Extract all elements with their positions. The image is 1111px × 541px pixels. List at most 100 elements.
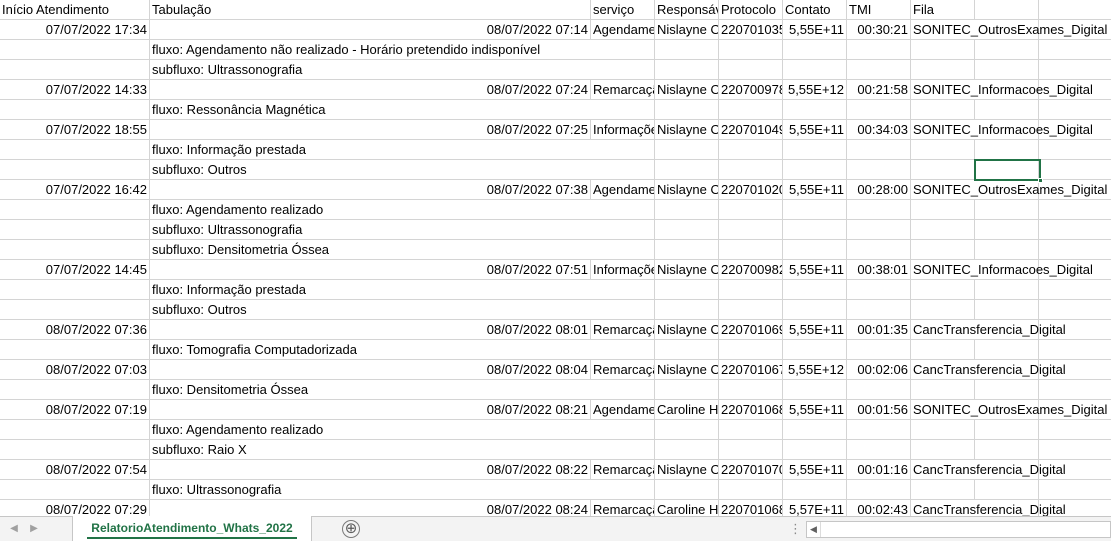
empty-cell[interactable] <box>783 200 847 220</box>
table-cell[interactable]: SONITEC_Informacoes_Digital <box>911 80 1111 100</box>
table-cell[interactable]: SONITEC_OutrosExames_Digital <box>911 20 1111 40</box>
empty-cell[interactable] <box>911 60 975 80</box>
empty-cell[interactable] <box>1039 380 1111 400</box>
table-cell[interactable]: 00:34:03 <box>847 120 911 140</box>
table-cell[interactable]: SONITEC_Informacoes_Digital <box>911 120 1111 140</box>
table-cell[interactable]: 07/07/2022 14:45 <box>0 260 150 280</box>
spreadsheet-grid[interactable]: Início Atendimento Tabulação serviço Res… <box>0 0 1111 516</box>
empty-cell[interactable] <box>847 340 911 360</box>
header-inicio-atendimento[interactable]: Início Atendimento <box>0 0 150 20</box>
empty-cell[interactable] <box>0 440 150 460</box>
empty-cell[interactable] <box>975 420 1039 440</box>
empty-cell[interactable] <box>655 200 719 220</box>
empty-cell[interactable] <box>847 60 911 80</box>
empty-cell[interactable] <box>719 240 783 260</box>
table-cell[interactable]: SONITEC_Informacoes_Digital <box>911 260 1111 280</box>
empty-cell[interactable] <box>719 300 783 320</box>
empty-cell[interactable] <box>847 280 911 300</box>
empty-cell[interactable] <box>655 420 719 440</box>
empty-cell[interactable] <box>783 60 847 80</box>
table-cell[interactable]: Nislayne O <box>655 320 719 340</box>
empty-cell[interactable] <box>591 60 655 80</box>
table-cell[interactable]: CancTransferencia_Digital <box>911 460 1111 480</box>
empty-cell[interactable] <box>1039 420 1111 440</box>
empty-cell[interactable] <box>783 140 847 160</box>
table-cell[interactable]: 2207010691 <box>719 320 783 340</box>
table-cell[interactable]: Informações <box>591 260 655 280</box>
empty-cell[interactable] <box>783 160 847 180</box>
table-cell[interactable]: 07/07/2022 16:42 <box>0 180 150 200</box>
cell-fluxo-text[interactable]: subfluxo: Outros <box>150 160 591 180</box>
empty-cell[interactable] <box>847 100 911 120</box>
empty-cell[interactable] <box>975 280 1039 300</box>
empty-cell[interactable] <box>655 100 719 120</box>
empty-cell[interactable] <box>911 300 975 320</box>
table-cell[interactable]: 00:38:01 <box>847 260 911 280</box>
empty-cell[interactable] <box>975 380 1039 400</box>
cell-tabulacao-date[interactable]: 08/07/2022 07:38 <box>150 180 591 200</box>
empty-cell[interactable] <box>591 340 655 360</box>
empty-cell[interactable] <box>591 40 655 60</box>
empty-cell[interactable] <box>783 340 847 360</box>
table-cell[interactable]: Remarcação <box>591 320 655 340</box>
empty-cell[interactable] <box>1039 40 1111 60</box>
empty-cell[interactable] <box>783 480 847 500</box>
table-cell[interactable]: 00:28:00 <box>847 180 911 200</box>
empty-cell[interactable] <box>783 40 847 60</box>
table-cell[interactable]: Informações <box>591 120 655 140</box>
empty-cell[interactable] <box>783 300 847 320</box>
empty-cell[interactable] <box>847 200 911 220</box>
empty-cell[interactable] <box>1039 480 1111 500</box>
empty-cell[interactable] <box>0 240 150 260</box>
empty-cell[interactable] <box>847 480 911 500</box>
table-cell[interactable]: 5,55E+11 <box>783 400 847 420</box>
cell-tabulacao-date[interactable]: 08/07/2022 08:04 <box>150 360 591 380</box>
table-cell[interactable]: Remarcação <box>591 80 655 100</box>
add-sheet-icon[interactable]: ⊕ <box>342 520 360 538</box>
table-cell[interactable]: 5,55E+11 <box>783 180 847 200</box>
empty-cell[interactable] <box>911 480 975 500</box>
empty-cell[interactable] <box>847 160 911 180</box>
empty-cell[interactable] <box>719 380 783 400</box>
table-cell[interactable]: 00:02:43 <box>847 500 911 516</box>
table-cell[interactable]: 2207010201 <box>719 180 783 200</box>
empty-cell[interactable] <box>655 380 719 400</box>
table-cell[interactable]: SONITEC_OutrosExames_Digital <box>911 180 1111 200</box>
empty-cell[interactable] <box>783 220 847 240</box>
table-cell[interactable]: 5,55E+11 <box>783 260 847 280</box>
table-cell[interactable]: 08/07/2022 07:19 <box>0 400 150 420</box>
table-cell[interactable]: 2207010681 <box>719 400 783 420</box>
empty-cell[interactable] <box>655 340 719 360</box>
table-cell[interactable]: 2207010681 <box>719 500 783 516</box>
table-cell[interactable]: 08/07/2022 07:36 <box>0 320 150 340</box>
empty-cell[interactable] <box>1039 300 1111 320</box>
empty-cell[interactable] <box>0 300 150 320</box>
empty-cell[interactable] <box>911 280 975 300</box>
empty-cell[interactable] <box>847 240 911 260</box>
table-cell[interactable]: 2207010701 <box>719 460 783 480</box>
empty-cell[interactable] <box>1039 340 1111 360</box>
table-cell[interactable]: 08/07/2022 07:03 <box>0 360 150 380</box>
empty-cell[interactable] <box>591 140 655 160</box>
table-cell[interactable]: 00:21:58 <box>847 80 911 100</box>
empty-cell[interactable] <box>719 340 783 360</box>
empty-cell[interactable] <box>0 200 150 220</box>
table-cell[interactable]: SONITEC_OutrosExames_Digital <box>911 400 1111 420</box>
empty-cell[interactable] <box>591 160 655 180</box>
cell-tabulacao-date[interactable]: 08/07/2022 08:22 <box>150 460 591 480</box>
cell-tabulacao-date[interactable]: 08/07/2022 07:25 <box>150 120 591 140</box>
empty-cell[interactable] <box>911 340 975 360</box>
empty-cell[interactable] <box>591 200 655 220</box>
empty-cell[interactable] <box>719 220 783 240</box>
table-cell[interactable]: Caroline H <box>655 500 719 516</box>
empty-cell[interactable] <box>719 140 783 160</box>
header-contato[interactable]: Contato <box>783 0 847 20</box>
empty-cell[interactable] <box>719 200 783 220</box>
empty-cell[interactable] <box>911 40 975 60</box>
empty-cell[interactable] <box>911 240 975 260</box>
cell-fluxo-text[interactable]: fluxo: Agendamento realizado <box>150 200 591 220</box>
empty-cell[interactable] <box>655 240 719 260</box>
scroll-left-icon[interactable]: ◀ <box>807 522 821 537</box>
empty-cell[interactable] <box>0 140 150 160</box>
table-cell[interactable]: Agendamento <box>591 180 655 200</box>
